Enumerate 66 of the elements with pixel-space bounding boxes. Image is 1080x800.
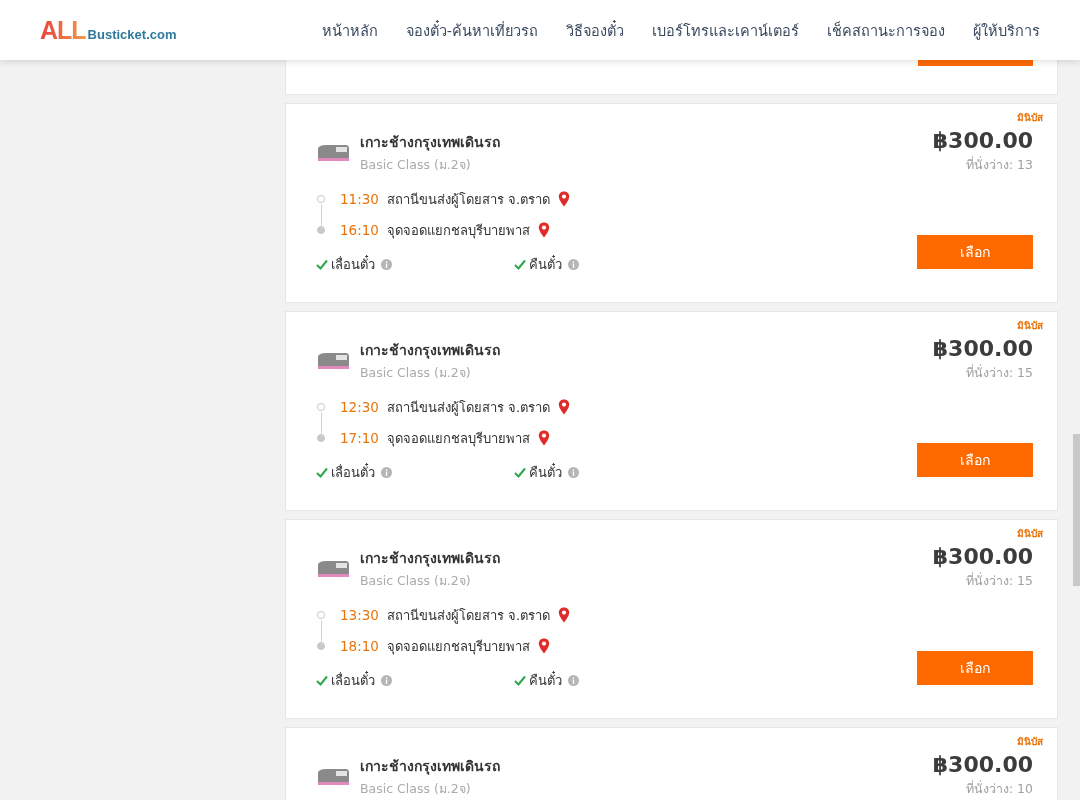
bus-class: Basic Class (ม.2จ): [360, 364, 472, 382]
bus-icon: [316, 351, 350, 371]
timeline-dot: [317, 611, 325, 619]
stop-place: สถานีขนส่งผู้โดยสาร จ.ตราด: [386, 190, 551, 210]
ticket-price: ฿300.00: [932, 544, 1033, 569]
bus-type-label: มินิบัส: [1017, 527, 1043, 541]
stop-time: 18:10: [340, 638, 379, 654]
nav-link[interactable]: ผู้ให้บริการ: [973, 18, 1040, 42]
stop-time: 13:30: [340, 607, 379, 623]
stop-place: สถานีขนส่งผู้โดยสาร จ.ตราด: [386, 606, 551, 626]
feature-label: เลื่อนตั๋ว: [331, 670, 375, 690]
seats-available: ที่นั่งว่าง: 13: [965, 155, 1033, 174]
bus-icon: [316, 559, 350, 579]
stop-time: 11:30: [340, 191, 379, 207]
bus-type-label: มินิบัส: [1017, 111, 1043, 125]
feature-label: คืนตั๋ว: [529, 254, 562, 274]
nav-link[interactable]: หน้าหลัก: [321, 18, 378, 42]
ticket-price: ฿300.00: [932, 752, 1033, 777]
feature-label: คืนตั๋ว: [529, 462, 562, 482]
bus-class: Basic Class (ม.2จ): [360, 156, 472, 174]
timeline-dot: [317, 195, 325, 203]
seats-available: ที่นั่งว่าง: 15: [965, 571, 1033, 590]
map-pin-icon: [537, 638, 550, 654]
map-pin-icon: [558, 399, 571, 415]
feature-label: คืนตั๋ว: [529, 670, 562, 690]
scrollbar-thumb[interactable]: [1073, 434, 1080, 586]
seats-available: ที่นั่งว่าง: 10: [965, 779, 1033, 798]
feature-label: เลื่อนตั๋ว: [331, 254, 375, 274]
seats-available: ที่นั่งว่าง: 15: [965, 363, 1033, 382]
bus-class: Basic Class (ม.2จ): [360, 572, 472, 590]
stop-place: สถานีขนส่งผู้โดยสาร จ.ตราด: [386, 398, 551, 418]
ticket-price: ฿300.00: [932, 128, 1033, 153]
timeline-dot: [317, 403, 325, 411]
ticket-price: ฿300.00: [932, 336, 1033, 361]
operator-name: เกาะช้างกรุงเทพเดินรถ: [360, 549, 500, 569]
bus-class: Basic Class (ม.2จ): [360, 780, 472, 798]
operator-name: เกาะช้างกรุงเทพเดินรถ: [360, 133, 500, 153]
info-icon[interactable]: [381, 675, 392, 686]
info-icon[interactable]: [568, 259, 579, 270]
nav-link[interactable]: จองตั๋ว-ค้นหาเที่ยวรถ: [405, 18, 538, 42]
map-pin-icon: [558, 607, 571, 623]
select-button[interactable]: [918, 60, 1033, 66]
bus-type-label: มินิบัส: [1017, 735, 1043, 749]
map-pin-icon: [558, 191, 571, 207]
bus-icon: [316, 767, 350, 787]
nav-link[interactable]: วิธีจองตั๋ว: [566, 18, 624, 42]
operator-name: เกาะช้างกรุงเทพเดินรถ: [360, 757, 500, 777]
bus-icon: [316, 143, 350, 163]
info-icon[interactable]: [381, 467, 392, 478]
stop-place: จุดจอดแยกชลบุรีบายพาส: [386, 637, 530, 657]
feature-label: เลื่อนตั๋ว: [331, 462, 375, 482]
stop-place: จุดจอดแยกชลบุรีบายพาส: [386, 429, 530, 449]
stop-time: 17:10: [340, 430, 379, 446]
nav-link[interactable]: เช็คสถานะการจอง: [827, 18, 945, 42]
info-icon[interactable]: [568, 675, 579, 686]
map-pin-icon: [537, 222, 550, 238]
stop-place: จุดจอดแยกชลบุรีบายพาส: [386, 221, 530, 241]
info-icon[interactable]: [381, 259, 392, 270]
stop-time: 16:10: [340, 222, 379, 238]
bus-type-label: มินิบัส: [1017, 319, 1043, 333]
info-icon[interactable]: [568, 467, 579, 478]
logo-site-name[interactable]: Busticket.com: [87, 26, 177, 42]
stop-time: 12:30: [340, 399, 379, 415]
nav-link[interactable]: เบอร์โทรและเคาน์เตอร์: [652, 18, 799, 42]
map-pin-icon: [537, 430, 550, 446]
operator-name: เกาะช้างกรุงเทพเดินรถ: [360, 341, 500, 361]
